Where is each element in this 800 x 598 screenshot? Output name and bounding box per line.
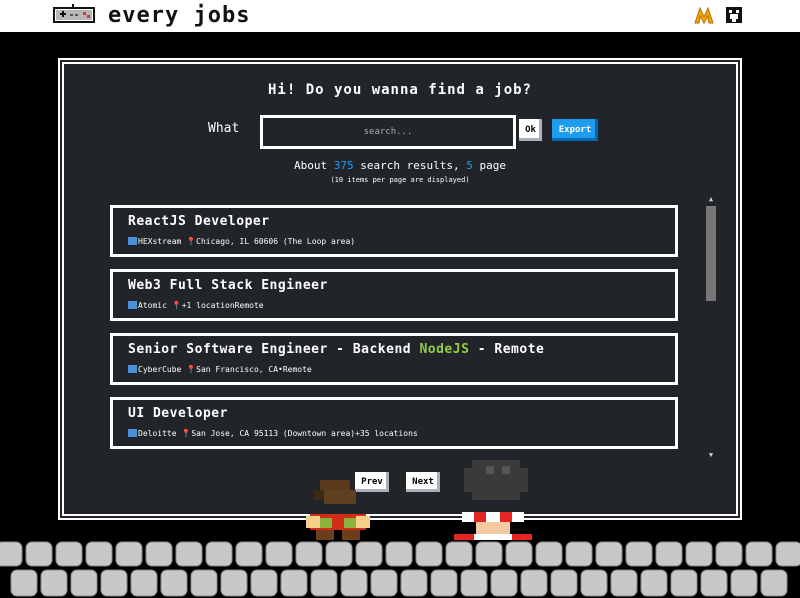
page-title: Hi! Do you wanna find a job? [267,82,532,98]
ground-bricks [0,540,800,598]
pin-icon: 📍 [171,301,182,310]
export-button[interactable]: Export [550,117,600,143]
company-name: Atomic [138,301,167,310]
next-button[interactable]: Next [404,470,442,494]
company-name: CyberCube [138,365,182,374]
building-icon [128,429,137,437]
scrollbar-thumb[interactable] [706,206,716,301]
brand-title[interactable]: every jobs [108,3,250,28]
result-card[interactable]: ReactJS Developer HEXstream 📍Chicago, IL… [110,205,678,257]
job-title[interactable]: ReactJS Developer [128,214,270,229]
page-count: 5 [466,159,473,172]
search-panel: Hi! Do you wanna find a job? What Ok Exp… [62,62,738,516]
pin-icon: 📍 [186,365,197,374]
header-bar: every jobs [0,0,800,32]
job-title-highlight: NodeJS [419,342,470,357]
job-location: San Jose, CA 95113 (Downtown area)+35 lo… [191,429,418,438]
pin-icon: 📍 [186,237,197,246]
mushroom-shadow-icon [464,460,528,500]
scroll-down-icon[interactable]: ▼ [704,450,718,460]
pin-icon: 📍 [181,429,192,438]
scroll-up-icon[interactable]: ▲ [704,194,718,204]
mario-sprite-icon [306,480,370,542]
building-icon [128,301,137,309]
scrollbar-track[interactable] [706,206,716,448]
search-input[interactable] [260,115,516,149]
summary-suffix: page [479,159,506,172]
building-icon [128,237,137,245]
result-card[interactable]: Web3 Full Stack Engineer Atomic 📍+1 loca… [110,269,678,321]
per-page-note: (10 items per page are displayed) [330,176,470,184]
job-meta: CyberCube 📍San Francisco, CA•Remote [128,365,312,374]
job-meta: HEXstream 📍Chicago, IL 60606 (The Loop a… [128,237,355,246]
job-location: +1 locationRemote [181,301,264,310]
m-logo-icon[interactable] [694,5,714,25]
github-icon[interactable] [724,5,744,25]
ok-button[interactable]: Ok [517,117,544,143]
result-card[interactable]: UI Developer Deloitte 📍San Jose, CA 9511… [110,397,678,449]
building-icon [128,365,137,373]
gamepad-icon [53,4,95,23]
job-meta: Deloitte 📍San Jose, CA 95113 (Downtown a… [128,429,418,438]
results-count: 375 [333,159,354,172]
job-title[interactable]: Senior Software Engineer - Backend NodeJ… [128,342,544,357]
summary-middle: search results, [360,159,460,172]
result-card[interactable]: Senior Software Engineer - Backend NodeJ… [110,333,678,385]
results-summary: About 375 search results, 5 page [64,159,736,172]
job-title[interactable]: UI Developer [128,406,228,421]
job-title-pre: Senior Software Engineer - Backend [128,342,412,357]
company-name: Deloitte [138,429,177,438]
job-location: Chicago, IL 60606 (The Loop area) [196,237,356,246]
results-scrollbar[interactable]: ▲ ▼ [704,194,718,460]
results-list: ReactJS Developer HEXstream 📍Chicago, IL… [108,204,680,456]
job-location: San Francisco, CA•Remote [196,365,312,374]
job-title-post: - Remote [477,342,545,357]
company-name: HEXstream [138,237,182,246]
job-meta: Atomic 📍+1 locationRemote [128,301,264,310]
job-title[interactable]: Web3 Full Stack Engineer [128,278,328,293]
what-label: What [208,121,240,136]
summary-about: About [294,159,328,172]
